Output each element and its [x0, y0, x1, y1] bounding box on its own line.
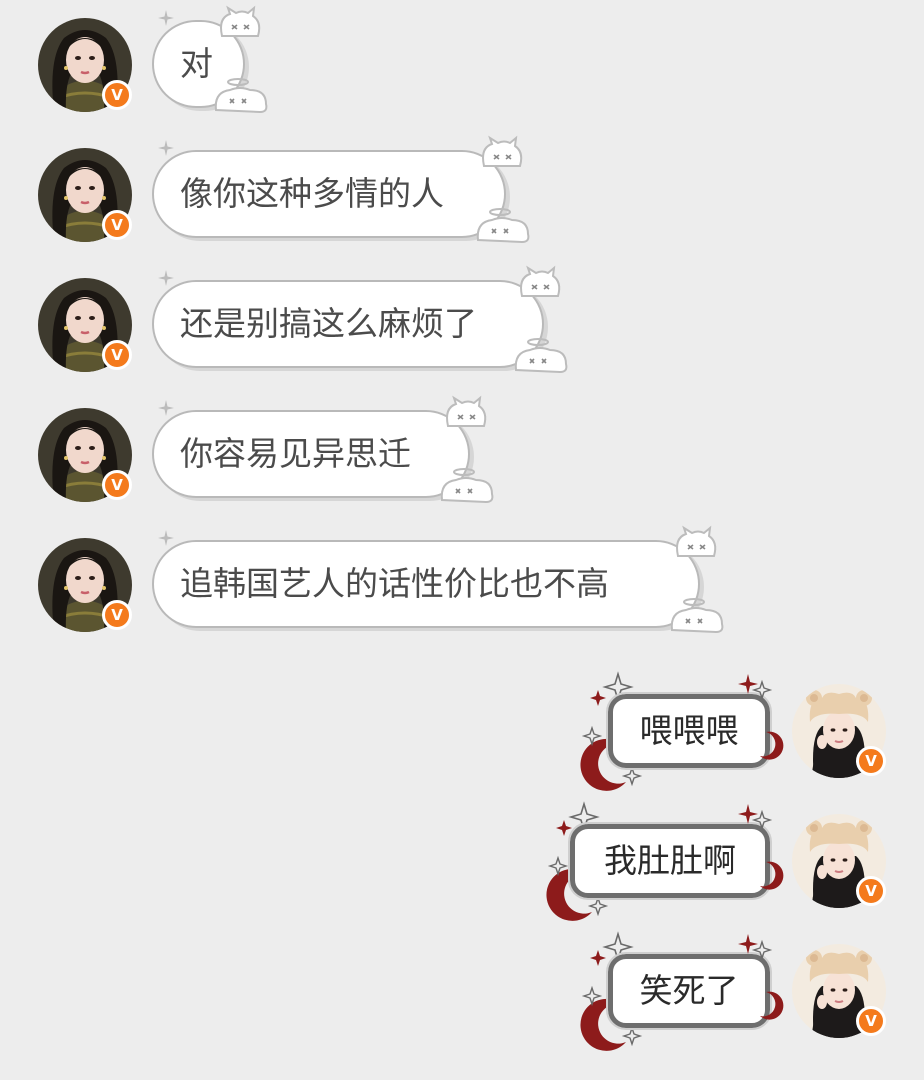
- message-bubble[interactable]: 你容易见异思迁: [152, 410, 470, 498]
- verified-badge-icon: V: [102, 80, 132, 110]
- message-bubble[interactable]: 还是别搞这么麻烦了: [152, 280, 544, 368]
- cat-sticker-icon: [482, 135, 523, 167]
- crescent-moon-sparkle-icon: [738, 934, 784, 1020]
- chat-message-list[interactable]: V 对 V 像你这种多情的人 V 还是别搞这么麻烦了 V 你容易见异思迁 V 追…: [0, 0, 924, 1080]
- sparkle-icon: [158, 530, 174, 546]
- verified-badge-icon: V: [856, 746, 886, 776]
- verified-badge-icon: V: [856, 1006, 886, 1036]
- verified-badge-icon: V: [102, 600, 132, 630]
- message-bubble[interactable]: 追韩国艺人的话性价比也不高: [152, 540, 700, 628]
- cat-sticker-icon: [214, 78, 268, 114]
- verified-badge-icon: V: [102, 340, 132, 370]
- cat-sticker-icon: [670, 598, 724, 634]
- sparkle-icon: [158, 10, 174, 26]
- crescent-moon-sparkle-icon: [738, 674, 784, 760]
- outgoing-message: 喂喂喂 V: [0, 670, 924, 791]
- cat-sticker-icon: [520, 265, 561, 297]
- cat-sticker-icon: [476, 208, 530, 244]
- incoming-message: V 你容易见异思迁: [0, 390, 924, 510]
- cat-sticker-icon: [676, 525, 717, 557]
- verified-badge-icon: V: [102, 210, 132, 240]
- message-bubble[interactable]: 像你这种多情的人: [152, 150, 506, 238]
- incoming-message: V 像你这种多情的人: [0, 130, 924, 250]
- sparkle-icon: [158, 400, 174, 416]
- outgoing-message: 笑死了 V: [0, 930, 924, 1051]
- verified-badge-icon: V: [102, 470, 132, 500]
- verified-badge-icon: V: [856, 876, 886, 906]
- sparkle-icon: [158, 140, 174, 156]
- sparkle-icon: [158, 270, 174, 286]
- cat-sticker-icon: [440, 468, 494, 504]
- incoming-message: V 对: [0, 0, 924, 120]
- outgoing-message: 我肚肚啊 V: [0, 800, 924, 921]
- cat-sticker-icon: [446, 395, 487, 427]
- crescent-moon-sparkle-icon: [738, 804, 784, 890]
- incoming-message: V 追韩国艺人的话性价比也不高: [0, 520, 924, 640]
- cat-sticker-icon: [220, 5, 261, 37]
- incoming-message: V 还是别搞这么麻烦了: [0, 260, 924, 380]
- cat-sticker-icon: [514, 338, 568, 374]
